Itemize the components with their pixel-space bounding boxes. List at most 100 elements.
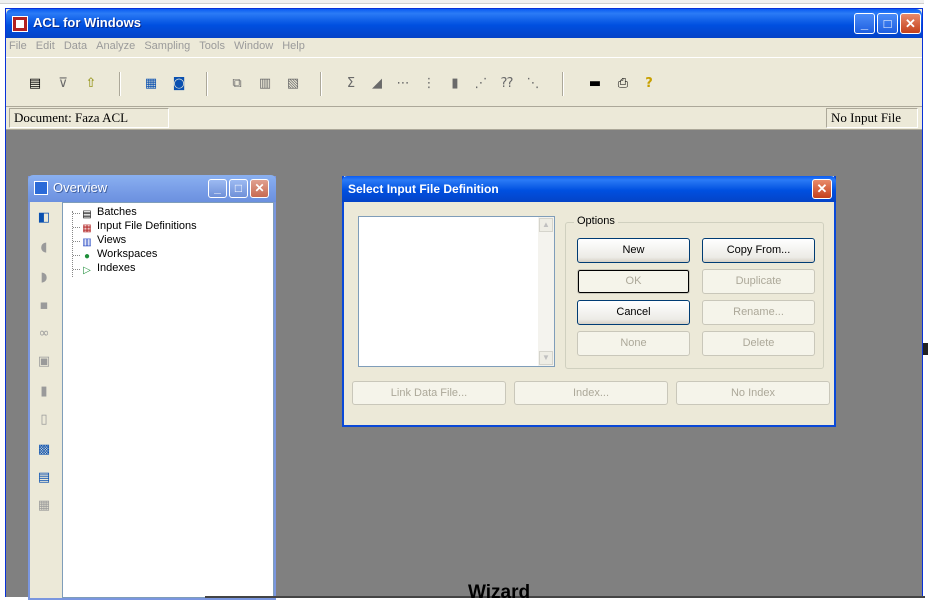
import-icon[interactable]: ▤	[36, 470, 52, 486]
scroll-up-icon[interactable]: ▲	[539, 218, 553, 232]
overview-minimize-button[interactable]: _	[208, 179, 227, 198]
batch-icon[interactable]: ◖	[36, 240, 52, 256]
options-group: Options New Copy From... OK Duplicate Ca…	[565, 215, 824, 369]
merge-icon[interactable]: ⧉	[228, 75, 246, 93]
background-right-mark	[923, 343, 928, 355]
menu-sampling[interactable]: Sampling	[141, 38, 193, 54]
export-icon[interactable]: ▩	[36, 442, 52, 458]
tree-item-label: Indexes	[97, 262, 136, 274]
help-icon[interactable]: ?	[640, 75, 658, 93]
overview-title: Overview	[53, 180, 108, 195]
profile-icon[interactable]: ▧	[284, 75, 302, 93]
menu-window[interactable]: Window	[231, 38, 276, 54]
background-right-margin	[924, 0, 928, 601]
document-status-bar: Document: Faza ACL No Input File	[6, 107, 922, 129]
duplicates-icon[interactable]: ⋱	[524, 75, 542, 93]
window-title: ACL for Windows	[33, 15, 141, 30]
mdi-workspace: Overview _ □ ✕ ◧ ◖ ◗ ▪ ∞ ▣ ▮ ▯ ▩ ▤ ▦ ▤ B…	[6, 129, 922, 600]
overview-close-button[interactable]: ✕	[250, 179, 269, 198]
ok-button[interactable]: OK	[577, 269, 690, 294]
toolbar-separator	[320, 72, 322, 96]
indexes-icon: ▷	[83, 265, 91, 276]
menu-file[interactable]: File	[6, 38, 30, 54]
classify-icon[interactable]: ▮	[446, 75, 464, 93]
input-file-status: No Input File	[826, 108, 918, 128]
tree-item-label: Input File Definitions	[97, 220, 197, 232]
acl-main-window: ACL for Windows _ □ ✕ File Edit Data Ana…	[5, 8, 923, 600]
toolbar-separator	[206, 72, 208, 96]
rename-button[interactable]: Rename...	[702, 300, 815, 325]
overview-window: Overview _ □ ✕ ◧ ◖ ◗ ▪ ∞ ▣ ▮ ▯ ▩ ▤ ▦ ▤ B…	[28, 175, 276, 600]
new-button[interactable]: New	[577, 238, 690, 263]
workspace-icon[interactable]: ▣	[36, 354, 52, 370]
overview-window-icon	[34, 181, 48, 195]
age-icon[interactable]: ⋯	[394, 75, 412, 93]
tables-icon[interactable]: ◧	[36, 210, 52, 226]
overview-tree: ▤ Batches ▦ Input File Definitions ▥ Views …	[62, 202, 274, 598]
up-arrow-icon[interactable]: ⇧	[82, 75, 100, 93]
index-button[interactable]: Index...	[514, 381, 668, 405]
dialog-titlebar[interactable]: Select Input File Definition ✕	[342, 176, 836, 202]
delete-button[interactable]: Delete	[702, 331, 815, 356]
minimize-button[interactable]: _	[854, 13, 875, 34]
link-icon[interactable]: ∞	[36, 326, 52, 342]
table-layout-icon[interactable]: ▦	[142, 75, 160, 93]
overview-maximize-button[interactable]: □	[229, 179, 248, 198]
cancel-button[interactable]: Cancel	[577, 300, 690, 325]
menu-bar: File Edit Data Analyze Sampling Tools Wi…	[6, 38, 922, 57]
line-icon[interactable]: ▬	[586, 75, 604, 93]
tree-item-indexes[interactable]: ▷ Indexes	[73, 262, 136, 276]
background-rule	[205, 596, 925, 598]
scroll-down-icon[interactable]: ▼	[539, 351, 553, 365]
overview-sidebar: ◧ ◖ ◗ ▪ ∞ ▣ ▮ ▯ ▩ ▤ ▦	[30, 202, 60, 596]
acl-app-icon	[12, 16, 28, 32]
menu-edit[interactable]: Edit	[33, 38, 58, 54]
copy-from-button[interactable]: Copy From...	[702, 238, 815, 263]
relation-icon[interactable]: ▪	[36, 298, 52, 314]
toolbar-separator	[119, 72, 121, 96]
tree-item-views[interactable]: ▥ Views	[73, 234, 126, 248]
stratify-icon[interactable]: ◢	[368, 75, 386, 93]
menu-help[interactable]: Help	[279, 38, 308, 54]
no-index-button[interactable]: No Index	[676, 381, 830, 405]
toolbar-separator	[562, 72, 564, 96]
list-scrollbar[interactable]: ▲ ▼	[538, 217, 554, 366]
none-button[interactable]: None	[577, 331, 690, 356]
open-file-icon[interactable]: ▤	[26, 75, 44, 93]
maximize-button[interactable]: □	[877, 13, 898, 34]
menu-tools[interactable]: Tools	[196, 38, 228, 54]
file-definition-list[interactable]: ▲ ▼	[358, 216, 555, 367]
tree-item-label: Batches	[97, 206, 137, 218]
script-icon[interactable]: ◗	[36, 270, 52, 286]
tree-item-input-file-definitions[interactable]: ▦ Input File Definitions	[73, 220, 197, 234]
main-toolbar: ▤ ⊽ ⇧ ▦ ◙ ⧉ ▥ ▧ Σ ◢ ⋯ ⋮ ▮ ⋰ ⁇ ⋱ ▬ ⎙ ?	[6, 57, 922, 107]
dialog-title: Select Input File Definition	[348, 182, 499, 196]
filter-icon[interactable]: ⊽	[54, 75, 72, 93]
close-button[interactable]: ✕	[900, 13, 921, 34]
gaps-icon[interactable]: ⁇	[498, 75, 516, 93]
print-icon[interactable]: ⎙	[614, 75, 632, 93]
total-icon[interactable]: Σ	[342, 75, 360, 93]
tree-item-batches[interactable]: ▤ Batches	[73, 206, 137, 220]
sequence-icon[interactable]: ⋰	[472, 75, 490, 93]
options-legend: Options	[574, 215, 618, 227]
trash-icon[interactable]: ▮	[36, 384, 52, 400]
overview-titlebar[interactable]: Overview _ □ ✕	[28, 175, 276, 202]
document-name-label: Document: Faza ACL	[9, 108, 169, 128]
main-titlebar[interactable]: ACL for Windows _ □ ✕	[6, 9, 922, 38]
menu-analyze[interactable]: Analyze	[93, 38, 138, 54]
duplicate-button[interactable]: Duplicate	[702, 269, 815, 294]
properties-icon[interactable]: ▯	[36, 412, 52, 428]
link-data-file-button[interactable]: Link Data File...	[352, 381, 506, 405]
extract-icon[interactable]: ▥	[256, 75, 274, 93]
statistics-icon[interactable]: ⋮	[420, 75, 438, 93]
tree-item-workspaces[interactable]: ● Workspaces	[73, 248, 157, 262]
select-input-file-dialog: Select Input File Definition ✕ ▲ ▼ Optio…	[342, 176, 836, 427]
tree-item-label: Workspaces	[97, 248, 158, 260]
background-top-rule	[0, 0, 928, 4]
copy-icon[interactable]: ▦	[36, 498, 52, 514]
dialog-close-button[interactable]: ✕	[812, 179, 832, 199]
menu-data[interactable]: Data	[61, 38, 90, 54]
tree-item-label: Views	[97, 234, 127, 246]
view-report-icon[interactable]: ◙	[170, 75, 188, 93]
